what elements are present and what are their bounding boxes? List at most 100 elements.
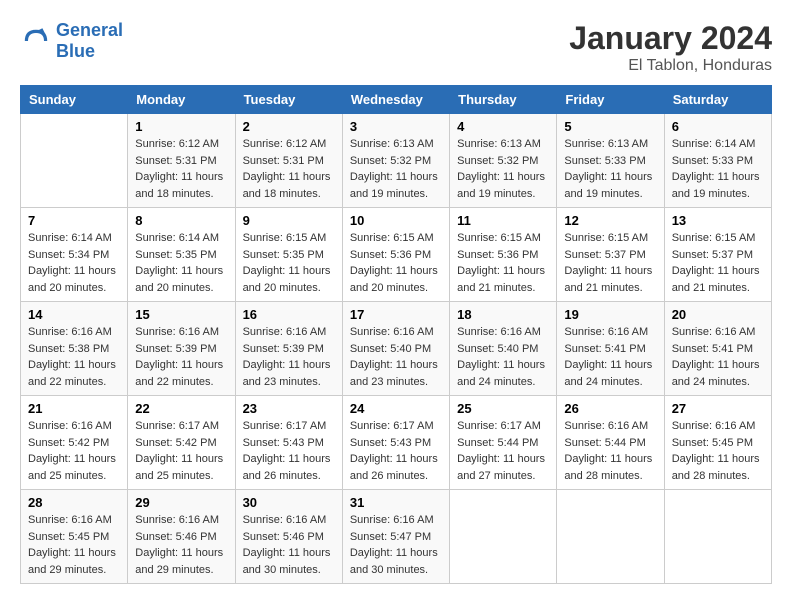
day-number: 20	[672, 307, 764, 322]
day-info: Sunset: 5:35 PM	[243, 247, 335, 264]
day-number: 31	[350, 495, 442, 510]
day-info: Sunrise: 6:13 AM	[350, 136, 442, 153]
day-info: Sunset: 5:45 PM	[672, 435, 764, 452]
calendar-cell: 8Sunrise: 6:14 AMSunset: 5:35 PMDaylight…	[128, 208, 235, 302]
day-number: 13	[672, 213, 764, 228]
calendar-week-3: 14Sunrise: 6:16 AMSunset: 5:38 PMDayligh…	[21, 302, 772, 396]
day-info: Sunset: 5:47 PM	[350, 529, 442, 546]
day-number: 8	[135, 213, 227, 228]
day-info: Daylight: 11 hours	[243, 451, 335, 468]
day-info: Sunrise: 6:15 AM	[457, 230, 549, 247]
day-number: 14	[28, 307, 120, 322]
header-day-monday: Monday	[128, 86, 235, 114]
calendar-cell: 3 Sunrise: 6:13 AMSunset: 5:32 PMDaylight…	[342, 114, 449, 208]
day-info: Sunset: 5:41 PM	[672, 341, 764, 358]
page-header: General Blue January 2024 El Tablon, Hon…	[20, 20, 772, 75]
calendar-cell	[450, 490, 557, 584]
day-info: Daylight: 11 hours	[135, 357, 227, 374]
day-info: Sunrise: 6:16 AM	[457, 324, 549, 341]
day-info: Sunset: 5:33 PM	[564, 153, 656, 170]
day-info: and 21 minutes.	[564, 280, 656, 297]
day-info: Daylight: 11 hours	[672, 357, 764, 374]
day-info: Sunset: 5:43 PM	[350, 435, 442, 452]
day-info: Sunrise: 6:17 AM	[243, 418, 335, 435]
day-info: Sunrise: 6:16 AM	[135, 512, 227, 529]
day-info: Daylight: 11 hours	[350, 169, 442, 186]
day-info: Sunrise: 6:16 AM	[672, 324, 764, 341]
calendar-cell: 13Sunrise: 6:15 AMSunset: 5:37 PMDayligh…	[664, 208, 771, 302]
day-info: Sunrise: 6:13 AM	[457, 136, 549, 153]
day-info: Sunset: 5:44 PM	[457, 435, 549, 452]
day-info: and 19 minutes.	[350, 186, 442, 203]
day-info: Sunset: 5:36 PM	[457, 247, 549, 264]
calendar-week-4: 21Sunrise: 6:16 AMSunset: 5:42 PMDayligh…	[21, 396, 772, 490]
day-info: Sunset: 5:43 PM	[243, 435, 335, 452]
day-info: and 30 minutes.	[350, 562, 442, 579]
day-info: Daylight: 11 hours	[28, 545, 120, 562]
calendar-cell: 26Sunrise: 6:16 AMSunset: 5:44 PMDayligh…	[557, 396, 664, 490]
day-info: Daylight: 11 hours	[672, 263, 764, 280]
calendar-cell: 10Sunrise: 6:15 AMSunset: 5:36 PMDayligh…	[342, 208, 449, 302]
calendar-cell: 27Sunrise: 6:16 AMSunset: 5:45 PMDayligh…	[664, 396, 771, 490]
day-info: Sunrise: 6:12 AM	[135, 136, 227, 153]
day-info: Sunrise: 6:16 AM	[350, 512, 442, 529]
day-number: 22	[135, 401, 227, 416]
day-number: 1	[135, 119, 227, 134]
day-info: Sunset: 5:34 PM	[28, 247, 120, 264]
day-number: 5	[564, 119, 656, 134]
day-info: Daylight: 11 hours	[564, 169, 656, 186]
day-info: Sunset: 5:41 PM	[564, 341, 656, 358]
day-info: Sunset: 5:38 PM	[28, 341, 120, 358]
day-info: Daylight: 11 hours	[564, 451, 656, 468]
day-number: 29	[135, 495, 227, 510]
day-info: Sunrise: 6:14 AM	[135, 230, 227, 247]
calendar-cell: 29Sunrise: 6:16 AMSunset: 5:46 PMDayligh…	[128, 490, 235, 584]
day-info: Sunset: 5:40 PM	[457, 341, 549, 358]
day-number: 3	[350, 119, 442, 134]
day-info: Sunrise: 6:16 AM	[243, 512, 335, 529]
day-number: 27	[672, 401, 764, 416]
day-number: 11	[457, 213, 549, 228]
day-info: Sunset: 5:32 PM	[457, 153, 549, 170]
day-info: Daylight: 11 hours	[457, 451, 549, 468]
day-info: and 26 minutes.	[350, 468, 442, 485]
calendar-cell: 5Sunrise: 6:13 AMSunset: 5:33 PMDaylight…	[557, 114, 664, 208]
calendar-week-1: 1Sunrise: 6:12 AMSunset: 5:31 PMDaylight…	[21, 114, 772, 208]
day-info: Daylight: 11 hours	[28, 451, 120, 468]
day-info: Sunset: 5:46 PM	[135, 529, 227, 546]
day-info: and 21 minutes.	[457, 280, 549, 297]
day-number: 12	[564, 213, 656, 228]
day-number: 17	[350, 307, 442, 322]
calendar-cell: 2Sunrise: 6:12 AMSunset: 5:31 PMDaylight…	[235, 114, 342, 208]
calendar-table: SundayMondayTuesdayWednesdayThursdayFrid…	[20, 85, 772, 584]
day-info: Sunset: 5:31 PM	[243, 153, 335, 170]
day-info: Daylight: 11 hours	[28, 357, 120, 374]
day-number: 28	[28, 495, 120, 510]
calendar-cell: 22Sunrise: 6:17 AMSunset: 5:42 PMDayligh…	[128, 396, 235, 490]
day-info: and 23 minutes.	[243, 374, 335, 391]
day-info: Sunrise: 6:16 AM	[564, 324, 656, 341]
day-info: Sunrise: 6:15 AM	[350, 230, 442, 247]
day-number: 4	[457, 119, 549, 134]
calendar-cell: 31Sunrise: 6:16 AMSunset: 5:47 PMDayligh…	[342, 490, 449, 584]
day-info: Daylight: 11 hours	[243, 545, 335, 562]
calendar-cell: 20 Sunrise: 6:16 AMSunset: 5:41 PMDayligh…	[664, 302, 771, 396]
day-info: Daylight: 11 hours	[243, 169, 335, 186]
day-info: Sunset: 5:32 PM	[350, 153, 442, 170]
header-day-friday: Friday	[557, 86, 664, 114]
calendar-cell: 28Sunrise: 6:16 AMSunset: 5:45 PMDayligh…	[21, 490, 128, 584]
day-info: and 23 minutes.	[350, 374, 442, 391]
day-info: Sunset: 5:37 PM	[672, 247, 764, 264]
day-info: Daylight: 11 hours	[457, 169, 549, 186]
calendar-cell: 4 Sunrise: 6:13 AMSunset: 5:32 PMDaylight…	[450, 114, 557, 208]
day-info: Daylight: 11 hours	[350, 451, 442, 468]
calendar-week-2: 7Sunrise: 6:14 AMSunset: 5:34 PMDaylight…	[21, 208, 772, 302]
day-info: and 19 minutes.	[457, 186, 549, 203]
header-day-thursday: Thursday	[450, 86, 557, 114]
day-info: and 29 minutes.	[28, 562, 120, 579]
day-info: and 20 minutes.	[243, 280, 335, 297]
day-info: and 19 minutes.	[672, 186, 764, 203]
day-info: Daylight: 11 hours	[672, 169, 764, 186]
calendar-cell: 21Sunrise: 6:16 AMSunset: 5:42 PMDayligh…	[21, 396, 128, 490]
day-info: Daylight: 11 hours	[243, 357, 335, 374]
